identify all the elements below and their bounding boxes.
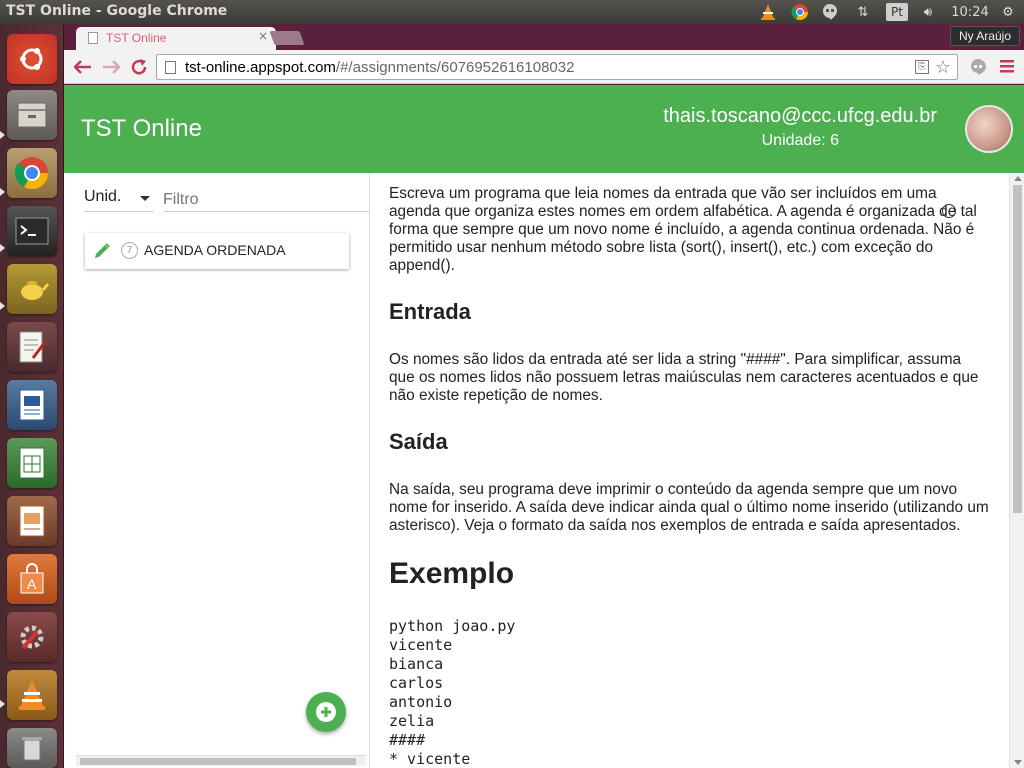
horizontal-scrollbar[interactable] <box>76 755 366 766</box>
filter-input[interactable] <box>163 188 369 212</box>
translate-icon[interactable]: ⎘ <box>915 60 929 74</box>
unit-select[interactable]: Unid. <box>84 188 154 212</box>
svg-text:A: A <box>27 576 37 592</box>
address-bar[interactable]: tst-online.appspot.com/#/assignments/607… <box>156 54 958 80</box>
tab-title: TST Online <box>106 31 167 45</box>
pencil-icon[interactable] <box>93 242 111 264</box>
user-unit: Unidade: 6 <box>761 132 839 149</box>
launcher: A <box>0 24 64 768</box>
url-text: tst-online.appspot.com/#/assignments/607… <box>185 59 574 76</box>
mouse-cursor <box>942 204 956 218</box>
tab-close-button[interactable]: × <box>258 29 268 43</box>
files-icon[interactable] <box>7 90 57 140</box>
volume-icon[interactable]: 🔊︎ <box>916 2 940 22</box>
window-title: TST Online - Google Chrome <box>6 3 228 19</box>
unit-select-value: Unid. <box>84 188 122 205</box>
description-document: Escreva um programa que leia nomes da en… <box>389 185 989 768</box>
web-content: TST Online thais.toscano@ccc.ufcg.edu.br… <box>64 85 1024 768</box>
hangouts-tray-icon[interactable] <box>820 2 840 22</box>
terminal-icon[interactable] <box>7 206 57 256</box>
url-path: /#/assignments/6076952616108032 <box>335 59 575 76</box>
text-editor-icon[interactable] <box>7 322 57 372</box>
assignment-title: AGENDA ORDENADA <box>144 242 286 258</box>
running-indicator <box>0 131 5 139</box>
running-indicator <box>0 188 5 196</box>
example-code-block: python joao.py vicente bianca carlos ant… <box>389 617 516 768</box>
page-icon <box>88 32 98 44</box>
scroll-up-arrow-icon[interactable] <box>1014 176 1022 181</box>
page-icon <box>165 61 176 74</box>
vertical-scrollbar-thumb[interactable] <box>1013 185 1022 513</box>
user-email: thais.toscano@ccc.ufcg.edu.br <box>663 105 937 127</box>
trash-icon[interactable] <box>7 728 57 768</box>
horizontal-scrollbar-thumb[interactable] <box>80 758 356 765</box>
submission-count-badge: 7 <box>121 242 138 259</box>
writer-icon[interactable] <box>7 380 57 430</box>
entrada-heading: Entrada <box>389 299 471 324</box>
clock[interactable]: 10:24 <box>950 2 990 22</box>
hangouts-extension-icon[interactable] <box>969 58 987 80</box>
assignment-item[interactable]: 7 AGENDA ORDENADA <box>85 233 349 269</box>
profile-button[interactable]: Ny Araújo <box>949 26 1020 46</box>
keyboard-layout-indicator[interactable]: Pt <box>886 3 908 21</box>
running-indicator <box>0 244 5 252</box>
chevron-down-icon <box>140 196 150 201</box>
intro-paragraph: Escreva um programa que leia nomes da en… <box>389 185 977 274</box>
vertical-scrollbar[interactable] <box>1009 173 1024 768</box>
new-tab-button[interactable] <box>269 31 305 45</box>
plus-icon <box>316 702 336 722</box>
system-settings-icon[interactable] <box>7 612 57 662</box>
chrome-tray-icon[interactable] <box>789 2 811 22</box>
tab-tst-online[interactable]: TST Online × <box>76 27 276 50</box>
reload-button[interactable] <box>128 56 150 78</box>
ubuntu-dash-icon[interactable] <box>7 34 57 84</box>
add-assignment-button[interactable] <box>306 692 346 732</box>
assignment-description: Escreva um programa que leia nomes da en… <box>371 173 1024 768</box>
forward-button[interactable] <box>100 56 122 78</box>
gear-icon[interactable]: ⚙ <box>998 2 1018 22</box>
scroll-down-arrow-icon[interactable] <box>1014 760 1022 765</box>
app-title[interactable]: TST Online <box>81 115 202 143</box>
top-panel: TST Online - Google Chrome ⇅ Pt 🔊︎ 10:24… <box>0 0 1024 24</box>
running-indicator <box>0 302 5 310</box>
vlc-launcher-icon[interactable] <box>7 670 57 720</box>
exemplo-heading: Exemplo <box>389 557 515 590</box>
saida-paragraph: Na saída, seu programa deve imprimir o c… <box>389 481 989 534</box>
browser-toolbar: tst-online.appspot.com/#/assignments/607… <box>64 50 1024 84</box>
network-icon[interactable]: ⇅ <box>852 2 874 22</box>
entrada-paragraph: Os nomes são lidos da entrada até ser li… <box>389 351 979 404</box>
vlc-tray-icon[interactable] <box>758 2 778 22</box>
teapot-icon[interactable] <box>7 264 57 314</box>
browser-window: TST Online × Ny Araújo tst-online.appspo… <box>64 24 1024 768</box>
saida-heading: Saída <box>389 429 448 454</box>
assignments-sidebar: Unid. 7 AGENDA ORDENADA <box>64 173 370 768</box>
chrome-launcher-icon[interactable] <box>7 148 57 198</box>
app-header: TST Online thais.toscano@ccc.ufcg.edu.br… <box>64 85 1024 173</box>
bookmark-star-icon[interactable]: ☆ <box>935 57 951 78</box>
back-button[interactable] <box>72 56 94 78</box>
avatar[interactable] <box>965 105 1013 153</box>
software-center-icon[interactable]: A <box>7 554 57 604</box>
running-indicator <box>0 700 5 708</box>
chrome-menu-icon[interactable] <box>1000 58 1014 78</box>
tab-strip: TST Online × Ny Araújo <box>64 24 1024 50</box>
impress-icon[interactable] <box>7 496 57 546</box>
calc-icon[interactable] <box>7 438 57 488</box>
url-host: tst-online.appspot.com <box>185 59 336 76</box>
